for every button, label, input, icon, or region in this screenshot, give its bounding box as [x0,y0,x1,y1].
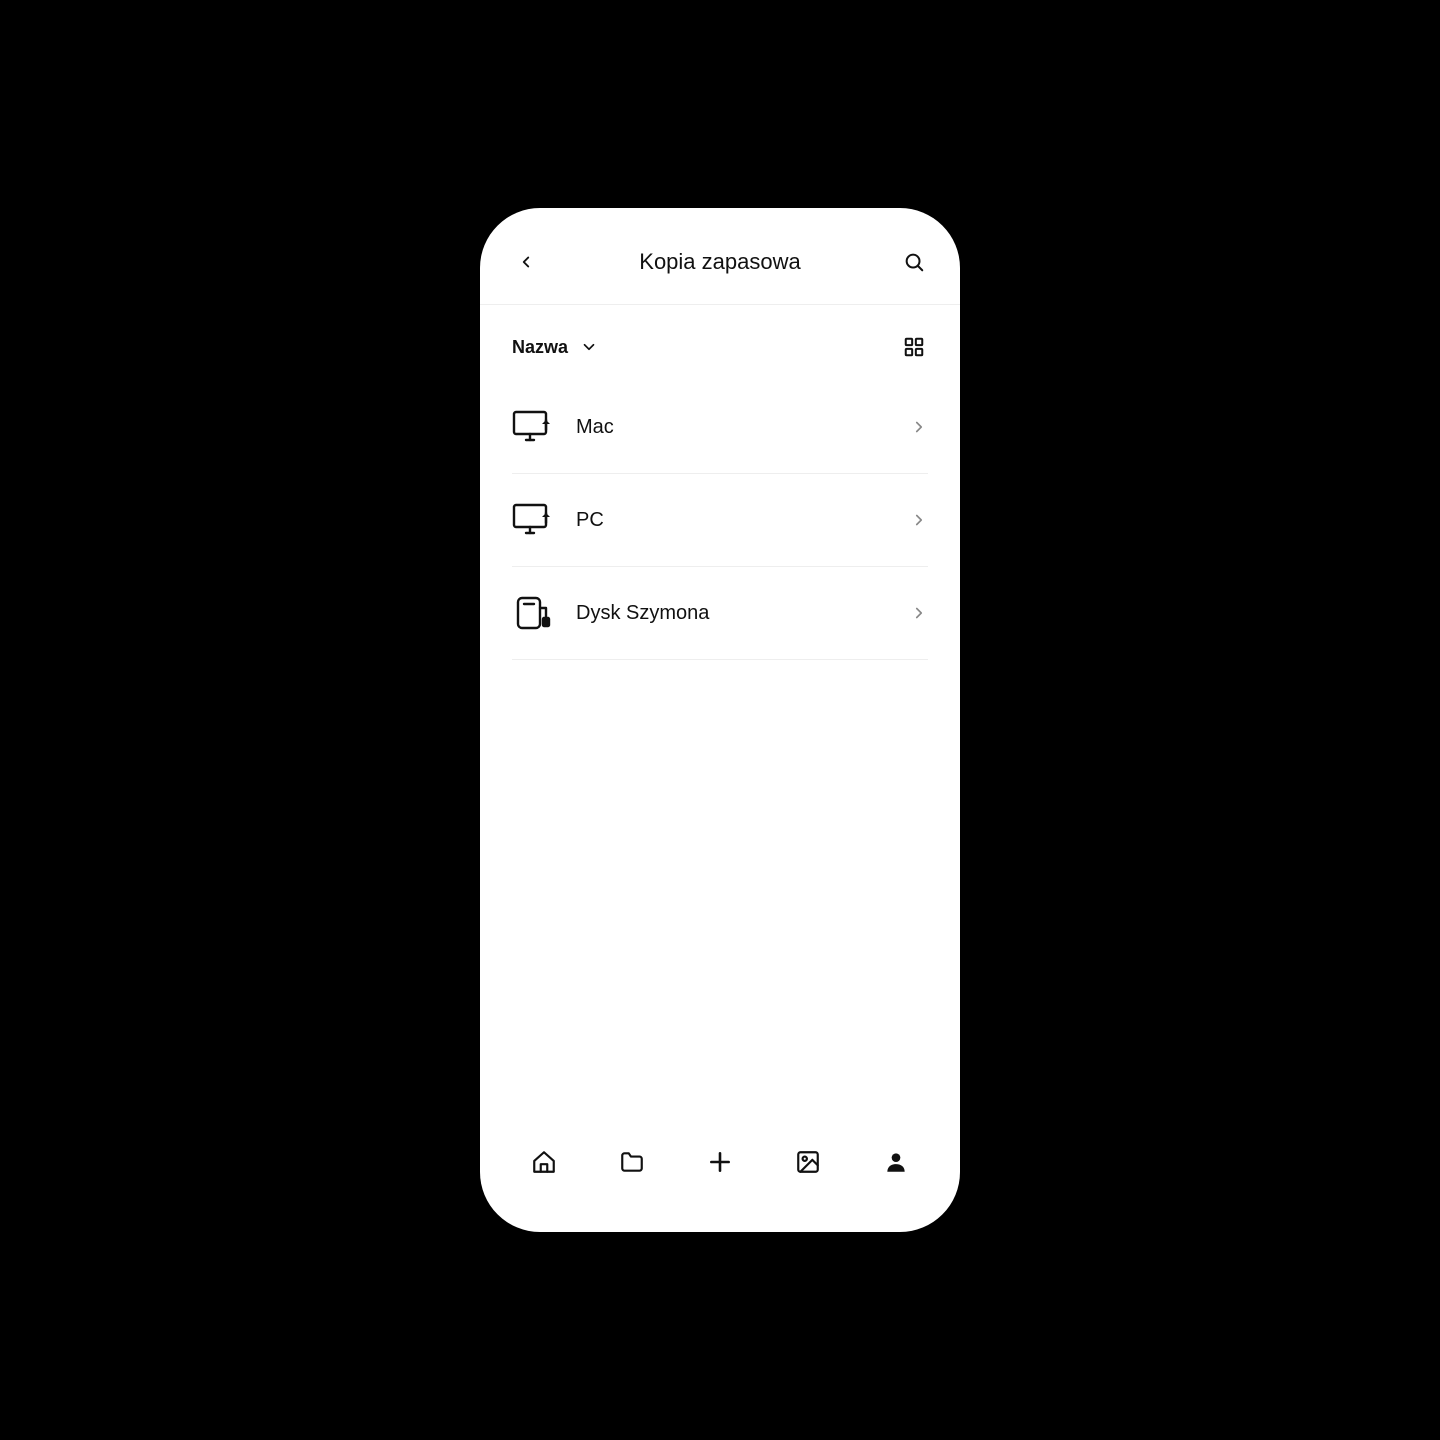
tab-home[interactable] [524,1142,564,1182]
item-label: Mac [576,416,910,439]
sort-dropdown[interactable]: Nazwa [512,337,598,358]
tab-photos[interactable] [788,1142,828,1182]
computer-upload-icon [512,411,552,443]
sort-row: Nazwa [480,305,960,381]
chevron-right-icon [910,511,928,529]
backup-list: Mac PC [480,381,960,660]
person-icon [883,1149,909,1175]
folder-icon [619,1149,645,1175]
grid-icon [903,336,925,358]
tab-account[interactable] [876,1142,916,1182]
external-drive-icon [512,597,552,629]
chevron-left-icon [517,253,535,271]
chevron-right-icon [910,604,928,622]
computer-upload-icon [512,504,552,536]
back-button[interactable] [512,248,540,276]
chevron-right-icon [910,418,928,436]
header: Kopia zapasowa [480,208,960,305]
phone-frame: Kopia zapasowa Nazwa [480,208,960,1232]
sort-label: Nazwa [512,337,568,358]
search-icon [903,251,925,273]
chevron-down-icon [580,338,598,356]
image-icon [795,1149,821,1175]
page-title: Kopia zapasowa [639,249,800,275]
item-label: Dysk Szymona [576,602,910,625]
grid-view-button[interactable] [900,333,928,361]
home-icon [531,1149,557,1175]
plus-icon [707,1149,733,1175]
tab-files[interactable] [612,1142,652,1182]
tab-bar [480,1122,960,1232]
tab-add[interactable] [700,1142,740,1182]
list-item-pc[interactable]: PC [512,474,928,567]
search-button[interactable] [900,248,928,276]
item-label: PC [576,509,910,532]
list-item-drive[interactable]: Dysk Szymona [512,567,928,660]
list-item-mac[interactable]: Mac [512,381,928,474]
